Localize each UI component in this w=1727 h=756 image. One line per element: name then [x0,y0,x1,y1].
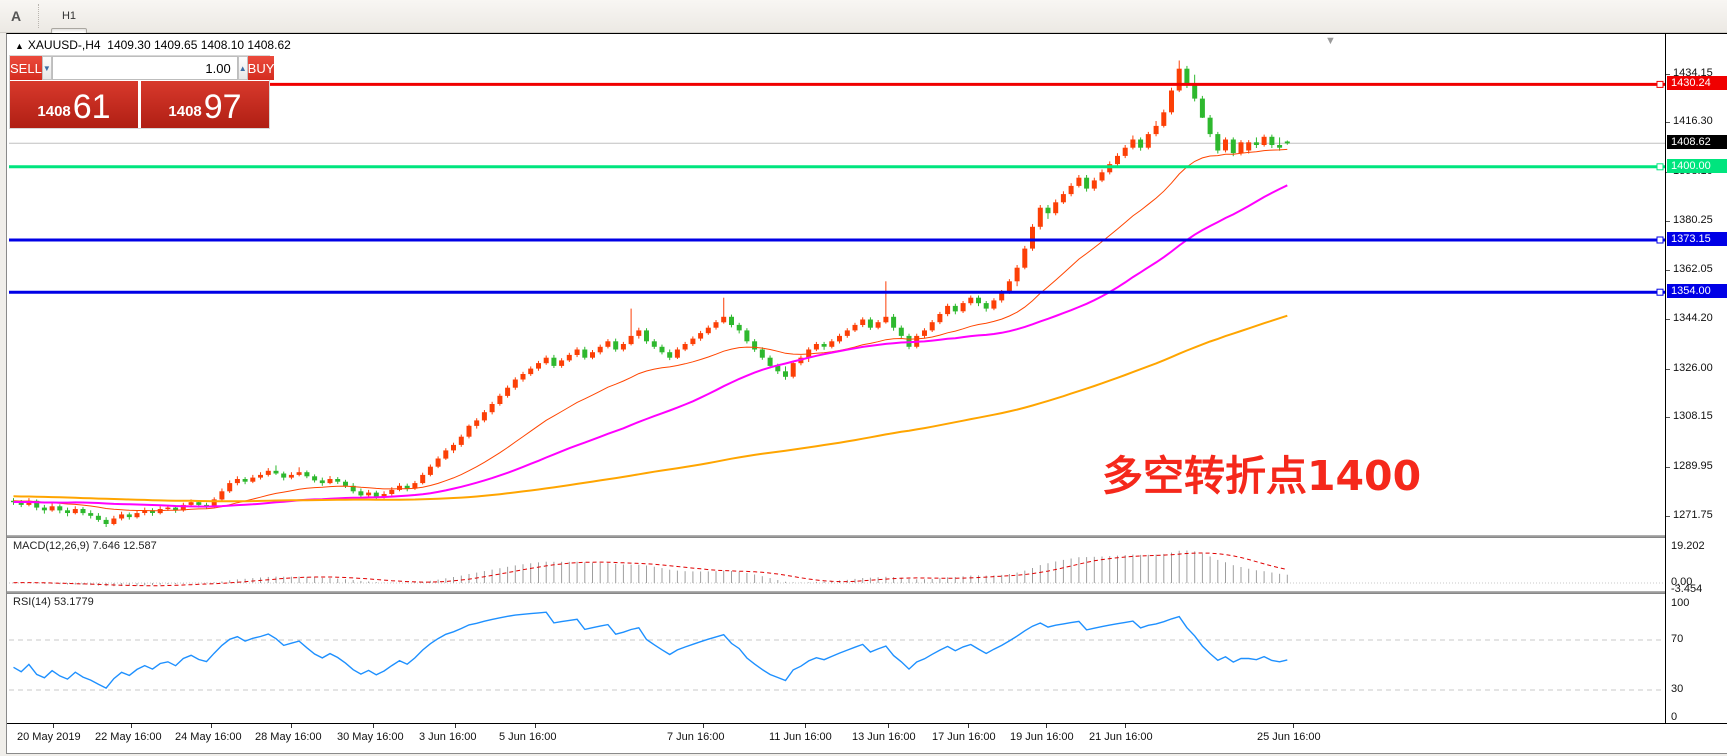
time-tick-label: 30 May 16:00 [337,731,404,743]
collapse-panel-arrow-icon[interactable]: ▲ [15,41,24,51]
price-badge: 1408.62 [1667,135,1727,149]
time-tick [1046,724,1047,728]
toolbar: EFAT✦▾ M1M5M15M30H1H4D1W1MN [0,0,1727,33]
volume-input[interactable] [52,56,238,80]
time-tick-label: 3 Jun 16:00 [419,731,477,743]
time-tick-label: 13 Jun 16:00 [852,731,916,743]
price-tick [1666,467,1670,468]
time-tick [968,724,969,728]
one-click-trading-panel: SELL ▼ ▲ BUY 1408 61 1408 97 [9,55,270,129]
time-tick [53,724,54,728]
time-tick-label: 7 Jun 16:00 [667,731,725,743]
price-tick [1666,122,1670,123]
chart-window: ▲ XAUUSD-,H4 1409.30 1409.65 1408.10 1408… [6,33,1727,754]
buy-button[interactable]: BUY [248,56,275,80]
time-tick-label: 24 May 16:00 [175,731,242,743]
time-tick-label: 21 Jun 16:00 [1089,731,1153,743]
price-tick-label: 1289.95 [1673,460,1713,472]
time-tick [1293,724,1294,728]
time-tick-label: 22 May 16:00 [95,731,162,743]
time-tick [805,724,806,728]
timeframe-button-h1[interactable]: H1 [51,4,87,28]
window-splitter[interactable] [7,591,1727,594]
time-tick [703,724,704,728]
time-tick-label: 20 May 2019 [17,731,81,743]
chart-shift-marker-icon[interactable]: ▼ [1325,35,1336,47]
price-tick [1666,319,1670,320]
chart-annotation-text: 多空转折点1400 [1102,442,1421,502]
sell-price-display[interactable]: 1408 61 [10,81,138,128]
price-badge: 1373.15 [1667,232,1727,246]
time-tick [1125,724,1126,728]
volume-decrease-button[interactable]: ▼ [42,56,52,80]
time-tick-label: 11 Jun 16:00 [769,731,832,743]
price-tick [1666,369,1670,370]
price-tick-label: 1344.20 [1673,312,1713,324]
indicator-axis-label: 100 [1671,597,1689,609]
sell-price-main: 1408 [37,103,70,120]
time-tick-label: 19 Jun 16:00 [1010,731,1074,743]
price-tick-label: 1380.25 [1673,214,1713,226]
time-tick [131,724,132,728]
price-tick [1666,74,1670,75]
buy-price-pips: 97 [204,90,242,124]
time-tick-label: 5 Jun 16:00 [499,731,557,743]
price-badge: 1400.00 [1667,159,1727,173]
indicator-axis-label: -3.454 [1671,583,1702,595]
price-axis[interactable]: 1434.151416.301398.101380.251362.051344.… [1665,34,1727,723]
price-tick-label: 1362.05 [1673,263,1713,275]
indicator-axis-label: 0 [1671,711,1677,723]
ohlc-values: 1409.30 1409.65 1408.10 1408.62 [107,38,291,52]
time-tick-label: 25 Jun 16:00 [1257,731,1321,743]
volume-increase-button[interactable]: ▲ [238,56,248,80]
price-tick-label: 1308.15 [1673,410,1713,422]
time-axis[interactable]: 20 May 2019 22 May 16:00 24 May 16:00 28 Ma… [7,724,1727,752]
time-tick-label: 17 Jun 16:00 [932,731,996,743]
rsi-panel [9,595,1665,723]
mt4-window: EFAT✦▾ M1M5M15M30H1H4D1W1MN ▲ XAUUSD-,H4 … [0,0,1727,756]
price-tick [1666,516,1670,517]
time-tick [535,724,536,728]
toolbar-separator [38,4,44,28]
macd-indicator-label: MACD(12,26,9) 7.646 12.587 [13,540,157,552]
time-tick [291,724,292,728]
buy-price-display[interactable]: 1408 97 [141,81,269,128]
price-badge: 1354.00 [1667,284,1727,298]
macd-panel [9,539,1665,591]
time-tick [211,724,212,728]
time-tick [888,724,889,728]
buy-price-main: 1408 [168,103,201,120]
time-tick [455,724,456,728]
price-badge: 1430.24 [1667,76,1727,90]
symbol-period-label: XAUUSD-,H4 [28,38,101,52]
sell-price-pips: 61 [73,90,111,124]
sell-button[interactable]: SELL [10,56,42,80]
chart-title: ▲ XAUUSD-,H4 1409.30 1409.65 1408.10 1408… [15,38,291,52]
indicator-axis-label: 30 [1671,683,1683,695]
time-tick-label: 28 May 16:00 [255,731,322,743]
price-tick [1666,270,1670,271]
price-tick [1666,221,1670,222]
indicator-axis-label: 70 [1671,633,1683,645]
price-tick-label: 1326.00 [1673,362,1713,374]
price-tick-label: 1271.75 [1673,509,1713,521]
price-tick-label: 1416.30 [1673,115,1713,127]
price-tick [1666,417,1670,418]
indicator-axis-label: 19.202 [1671,540,1705,552]
time-tick [373,724,374,728]
window-splitter[interactable] [7,535,1727,538]
rsi-indicator-label: RSI(14) 53.1779 [13,596,94,608]
text-label-icon[interactable]: A [1,2,31,30]
